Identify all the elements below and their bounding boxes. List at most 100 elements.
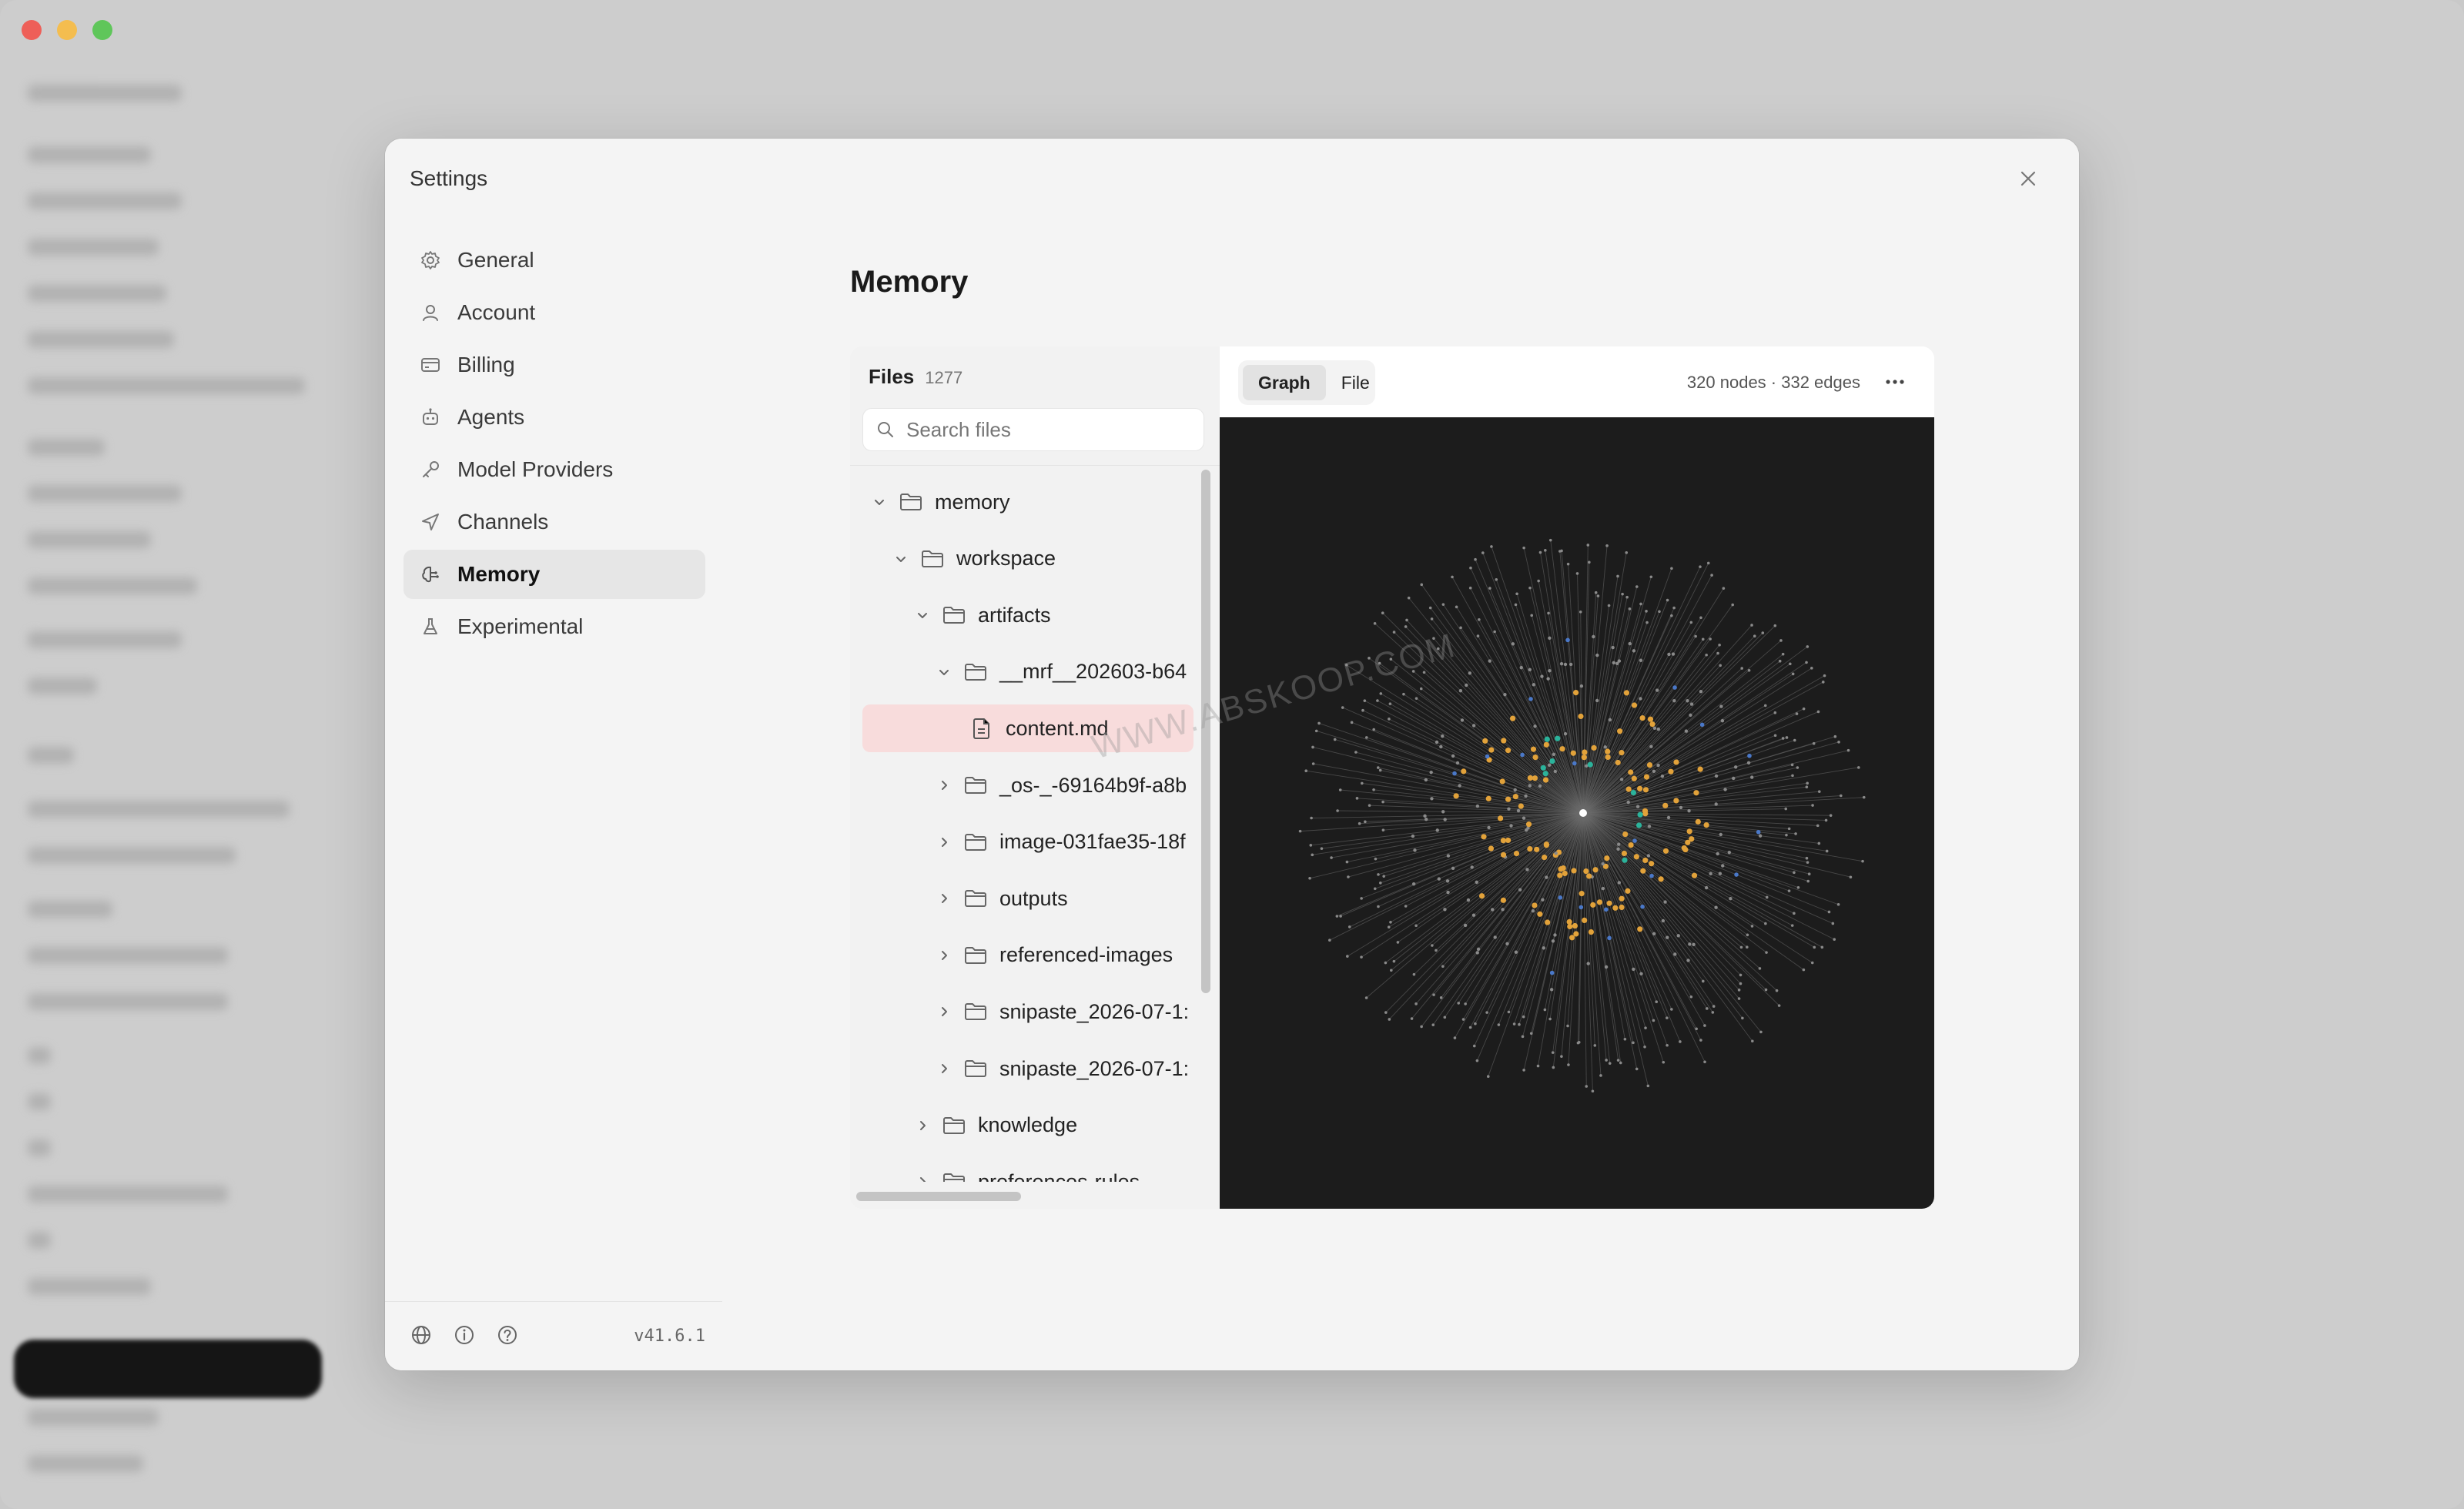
chevron-right-icon[interactable] bbox=[936, 1004, 952, 1019]
nav-item-billing[interactable]: Billing bbox=[403, 340, 705, 390]
graph-stats: 320 nodes · 332 edges bbox=[1686, 373, 1860, 392]
zoom-window-button[interactable] bbox=[92, 20, 112, 40]
tree-folder-item[interactable]: preferences-rules bbox=[862, 1158, 1194, 1182]
nav-item-channels[interactable]: Channels bbox=[403, 497, 705, 547]
tree-folder-item[interactable]: memory bbox=[862, 478, 1194, 526]
more-options-button[interactable] bbox=[1882, 371, 1908, 393]
close-icon bbox=[2020, 171, 2036, 186]
tree-item-label: knowledge bbox=[978, 1113, 1078, 1137]
nav-item-experimental[interactable]: Experimental bbox=[403, 602, 705, 651]
files-title: Files bbox=[869, 365, 915, 388]
folder-icon bbox=[962, 831, 989, 854]
chevron-down-icon[interactable] bbox=[872, 494, 887, 510]
tree-folder-item[interactable]: knowledge bbox=[862, 1102, 1194, 1149]
chevron-right-icon[interactable] bbox=[936, 778, 952, 793]
file-icon bbox=[969, 717, 995, 740]
tree-folder-item[interactable]: referenced-images bbox=[862, 932, 1194, 979]
tree-folder-item[interactable]: __mrf__202603-b64 bbox=[862, 648, 1194, 696]
key-icon bbox=[419, 458, 442, 481]
tree-item-label: referenced-images bbox=[999, 943, 1173, 967]
tree-folder-item[interactable]: snipaste_2026-07-1: bbox=[862, 1045, 1194, 1092]
graph-center-node[interactable] bbox=[1579, 809, 1587, 817]
nav-item-account[interactable]: Account bbox=[403, 288, 705, 337]
tree-folder-item[interactable]: artifacts bbox=[862, 591, 1194, 639]
brain-icon bbox=[419, 563, 442, 586]
close-window-button[interactable] bbox=[22, 20, 42, 40]
search-input[interactable] bbox=[906, 417, 1191, 442]
nav-label: General bbox=[457, 248, 534, 272]
folder-icon bbox=[962, 661, 989, 684]
nav-item-model-providers[interactable]: Model Providers bbox=[403, 445, 705, 494]
modal-header: Settings bbox=[385, 139, 2079, 219]
chevron-down-icon[interactable] bbox=[893, 551, 909, 567]
tree-folder-item[interactable]: snipaste_2026-07-1: bbox=[862, 988, 1194, 1036]
vertical-scrollbar[interactable] bbox=[1201, 470, 1210, 993]
chevron-down-icon[interactable] bbox=[936, 664, 952, 680]
file-tree: memory workspace artifacts __mrf__202603-b6… bbox=[850, 466, 1204, 1182]
folder-icon bbox=[962, 1000, 989, 1023]
search-box[interactable] bbox=[862, 408, 1204, 451]
nav-label: Billing bbox=[457, 353, 515, 376]
tree-item-label: content.md bbox=[1006, 716, 1109, 740]
folder-icon bbox=[962, 944, 989, 967]
info-icon[interactable] bbox=[453, 1323, 477, 1348]
nav-item-memory[interactable]: Memory bbox=[403, 550, 705, 599]
chevron-right-icon[interactable] bbox=[936, 1061, 952, 1076]
tree-folder-item[interactable]: _os-_-69164b9f-a8b bbox=[862, 761, 1194, 809]
gear-icon bbox=[419, 249, 442, 272]
page-title: Memory bbox=[850, 265, 969, 299]
close-button[interactable] bbox=[2016, 166, 2040, 191]
chevron-right-icon[interactable] bbox=[915, 1174, 930, 1182]
help-icon[interactable] bbox=[496, 1323, 521, 1348]
app-version: v41.6.1 bbox=[634, 1327, 705, 1346]
files-panel: Files 1277 memory workspace artifacts __mrf… bbox=[850, 346, 1220, 1209]
folder-icon bbox=[919, 547, 946, 570]
settings-modal: Settings General Account Billing Agents … bbox=[385, 139, 2079, 1370]
minimize-window-button[interactable] bbox=[57, 20, 77, 40]
nav-item-general[interactable]: General bbox=[403, 236, 705, 285]
chevron-right-icon[interactable] bbox=[936, 835, 952, 850]
nav-label: Experimental bbox=[457, 614, 584, 638]
chevron-right-icon[interactable] bbox=[936, 948, 952, 963]
graph-canvas[interactable] bbox=[1220, 417, 1934, 1209]
send-icon bbox=[419, 510, 442, 534]
nav-label: Memory bbox=[457, 562, 541, 586]
tab-graph[interactable]: Graph bbox=[1243, 365, 1326, 400]
tree-item-label: preferences-rules bbox=[978, 1169, 1140, 1182]
folder-icon bbox=[962, 774, 989, 797]
memory-panel: Files 1277 memory workspace artifacts __mrf… bbox=[850, 346, 1934, 1209]
folder-icon bbox=[941, 604, 967, 627]
tab-file[interactable]: File bbox=[1326, 365, 1385, 400]
memory-graph[interactable] bbox=[1220, 417, 1934, 1209]
nav-label: Account bbox=[457, 300, 536, 324]
tree-folder-item[interactable]: image-031fae35-18f bbox=[862, 818, 1194, 866]
nav-item-agents[interactable]: Agents bbox=[403, 393, 705, 442]
folder-icon bbox=[941, 1170, 967, 1182]
settings-nav: General Account Billing Agents Model Pro… bbox=[385, 219, 722, 1370]
background-sidebar bbox=[0, 54, 331, 1509]
chevron-right-icon[interactable] bbox=[915, 1118, 930, 1133]
tree-item-label: artifacts bbox=[978, 603, 1051, 627]
tree-item-label: __mrf__202603-b64 bbox=[999, 660, 1187, 684]
modal-title: Settings bbox=[410, 166, 488, 190]
folder-icon bbox=[898, 490, 924, 514]
credit-card-icon bbox=[419, 353, 442, 376]
bot-icon bbox=[419, 406, 442, 429]
view-toggle: Graph File bbox=[1238, 360, 1375, 405]
settings-content: Memory Files 1277 memory workspace artifac… bbox=[722, 219, 2079, 1370]
tree-folder-item[interactable]: outputs bbox=[862, 875, 1194, 922]
tree-item-label: snipaste_2026-07-1: bbox=[999, 1056, 1190, 1080]
tree-folder-item[interactable]: workspace bbox=[862, 535, 1194, 583]
nav-label: Channels bbox=[457, 510, 549, 534]
tree-file-item[interactable]: content.md bbox=[862, 704, 1194, 753]
globe-icon[interactable] bbox=[410, 1323, 434, 1348]
files-header: Files 1277 bbox=[869, 365, 962, 389]
horizontal-scrollbar[interactable] bbox=[856, 1192, 1021, 1201]
folder-icon bbox=[941, 1114, 967, 1137]
tree-item-label: _os-_-69164b9f-a8b bbox=[999, 773, 1187, 797]
folder-icon bbox=[962, 1057, 989, 1080]
chevron-down-icon[interactable] bbox=[915, 607, 930, 623]
chevron-right-icon[interactable] bbox=[936, 891, 952, 906]
search-icon bbox=[878, 422, 893, 437]
background-new-chat-button bbox=[14, 1340, 322, 1398]
